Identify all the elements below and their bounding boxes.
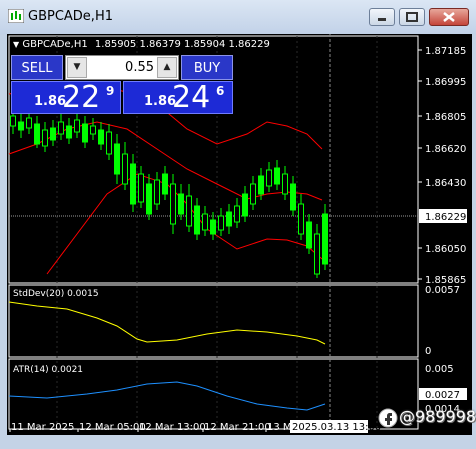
candle-body — [114, 143, 120, 175]
candle-body — [202, 213, 208, 231]
candle-body — [154, 179, 160, 205]
arrow-up-icon: ▲ — [163, 62, 171, 72]
chart-ohlc: 1.85905 1.86379 1.85904 1.86229 — [94, 39, 270, 50]
candle-body — [274, 167, 280, 185]
candle-body — [130, 163, 136, 205]
candle-body — [322, 213, 328, 265]
chart-menu-arrow-icon[interactable]: ▼ — [13, 40, 19, 49]
price-tick-label: 1.86430 — [425, 178, 466, 189]
candle-body — [194, 205, 200, 235]
arrow-down-icon: ▼ — [73, 62, 81, 72]
bollinger-band-line — [46, 173, 323, 275]
candle-body — [122, 153, 128, 185]
window-title: GBPCADe,H1 — [28, 9, 113, 24]
candle-body — [98, 129, 104, 145]
maximize-button[interactable] — [399, 8, 425, 26]
bid-price-box[interactable]: 1.86 22 9 — [11, 80, 121, 115]
candle-body — [26, 117, 32, 129]
ask-price-box[interactable]: 1.86 24 6 — [123, 80, 233, 115]
atr-label: ATR(14) 0.0021 — [13, 365, 84, 375]
close-button[interactable] — [429, 8, 469, 26]
candle-body — [178, 193, 184, 215]
candle-body — [66, 125, 72, 139]
chart-symbol: GBPCADe,H1 — [22, 39, 88, 50]
candle-body — [34, 123, 40, 145]
price-tick-label: 1.86995 — [425, 77, 466, 88]
candle-body — [314, 233, 320, 275]
social-logo-icon — [378, 408, 398, 428]
candle-body — [170, 183, 176, 225]
candle-body — [306, 221, 312, 249]
buy-button[interactable]: BUY — [181, 55, 233, 80]
price-tick-label: 1.87185 — [425, 46, 466, 57]
candle-body — [138, 173, 144, 203]
stddev-label: StdDev(20) 0.0015 — [13, 289, 99, 299]
candle-body — [42, 129, 48, 147]
candle-body — [250, 183, 256, 205]
candle-body — [162, 173, 168, 195]
one-click-trading-panel: SELL ▼ 0.55 ▲ BUY 1.86 22 9 1.86 24 6 — [11, 55, 233, 115]
candle-body — [74, 119, 80, 133]
candle-body — [58, 121, 64, 135]
candle-body — [290, 183, 296, 211]
candle-body — [298, 203, 304, 235]
lot-size-input[interactable]: 0.55 — [88, 60, 154, 75]
lot-size-stepper: ▼ 0.55 ▲ — [65, 55, 179, 80]
time-tick-label: 12 Mar 05:00 — [79, 422, 146, 433]
chart-header: ▼ GBPCADe,H1 1.85905 1.86379 1.85904 1.8… — [13, 39, 270, 50]
candle-body — [242, 193, 248, 217]
atr-tick-label: 0.0027 — [425, 390, 460, 401]
atr-line — [8, 381, 326, 411]
candle-body — [226, 211, 232, 227]
candle-body — [106, 131, 112, 155]
time-tick-label: 11 Mar 2025 — [11, 422, 74, 433]
candle-body — [266, 169, 272, 187]
crosshair-time-label: 2025.03.13 13:00 — [292, 422, 381, 433]
close-icon — [443, 12, 455, 22]
ask-price-big: 24 — [172, 80, 211, 115]
maximize-icon — [406, 12, 418, 22]
minimize-button[interactable] — [369, 8, 395, 26]
candle-body — [186, 195, 192, 227]
time-tick-label: 12 Mar 13:00 — [139, 422, 206, 433]
candle-body — [82, 123, 88, 143]
current-price-label: 1.86229 — [425, 212, 466, 223]
candle-body — [50, 127, 56, 141]
watermark: @989998 — [378, 407, 476, 429]
ask-price-sup: 6 — [216, 84, 225, 98]
candle-body — [18, 121, 24, 131]
price-tick-label: 1.86620 — [425, 144, 466, 155]
candle-body — [210, 219, 216, 235]
candle-body — [258, 175, 264, 195]
lot-decrease-button[interactable]: ▼ — [67, 57, 87, 78]
candle-body — [282, 173, 288, 195]
candle-body — [234, 205, 240, 223]
candle-body — [146, 183, 152, 215]
minimize-icon — [378, 18, 386, 21]
candle-body — [10, 115, 16, 127]
sell-button[interactable]: SELL — [11, 55, 63, 80]
time-tick-label: 12 Mar 21:00 — [204, 422, 271, 433]
stddev-tick-label: 0.0057 — [425, 285, 460, 296]
watermark-text: @989998 — [399, 407, 476, 426]
candle-body — [90, 125, 96, 135]
chart-window-icon — [8, 9, 24, 23]
lot-increase-button[interactable]: ▲ — [157, 57, 177, 78]
bid-price-sup: 9 — [106, 84, 115, 98]
bid-price-big: 22 — [62, 80, 101, 115]
price-tick-label: 1.86805 — [425, 112, 466, 123]
stddev-tick-label: 0 — [425, 346, 431, 357]
stddev-line — [8, 301, 326, 345]
candle-body — [218, 215, 224, 231]
price-tick-label: 1.86050 — [425, 244, 466, 255]
terminal-window: GBPCADe,H1 1.87185 1.86995 1.86805 1.86620 1… — [0, 0, 476, 449]
window-titlebar[interactable]: GBPCADe,H1 — [0, 0, 476, 34]
atr-tick-label: 0.005 — [425, 364, 454, 375]
